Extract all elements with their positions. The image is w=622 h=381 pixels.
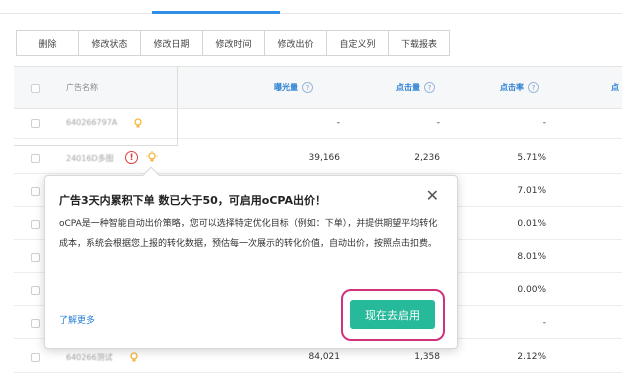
impressions-cell: 39,166: [308, 153, 341, 163]
row-checkbox[interactable]: [31, 220, 40, 229]
row-checkbox[interactable]: [31, 353, 40, 362]
top-tab-bar: [0, 0, 622, 14]
ctr-cell: 8.01%: [517, 252, 546, 262]
popup-title: 广告3天内累积下单 数已大于50，可启用oCPA出价！: [59, 194, 326, 207]
clicks-cell: 2,236: [414, 153, 440, 163]
help-icon[interactable]: ?: [424, 82, 435, 93]
ad-name[interactable]: 640266测试: [66, 352, 113, 363]
column-header-ctr[interactable]: 点击率?: [500, 82, 539, 93]
enable-ocpa-button[interactable]: 现在去启用: [350, 300, 435, 329]
download-report-button[interactable]: 下载报表: [388, 30, 450, 56]
modify-bid-button[interactable]: 修改出价: [264, 30, 326, 56]
popup-description: oCPA是一种智能自动出价策略，您可以选择特定优化目标（例如：下单），并提供期望…: [59, 219, 438, 249]
help-icon[interactable]: ?: [302, 82, 313, 93]
modify-status-button[interactable]: 修改状态: [78, 30, 140, 56]
column-header-clicks[interactable]: 点击量?: [396, 82, 435, 93]
row-checkbox[interactable]: [31, 154, 40, 163]
help-icon[interactable]: ?: [528, 82, 539, 93]
clicks-cell: -: [436, 118, 440, 128]
clicks-cell: 1,358: [414, 352, 440, 362]
row-checkbox[interactable]: [31, 187, 40, 196]
lightbulb-icon[interactable]: [128, 351, 140, 363]
row-checkbox[interactable]: [31, 286, 40, 295]
bulk-action-toolbar: 删除 修改状态 修改日期 修改时间 修改出价 自定义列 下载报表: [16, 30, 450, 56]
lightbulb-icon[interactable]: [146, 151, 158, 163]
ocpa-suggestion-popup: 广告3天内累积下单 数已大于50，可启用oCPA出价！ ✕ oCPA是一种智能自…: [44, 166, 458, 349]
table-row: 24016D多图 ! 39,166 2,236 5.71%: [14, 144, 622, 174]
ctr-cell: 2.12%: [517, 352, 546, 362]
warning-icon[interactable]: !: [125, 151, 138, 164]
ad-name[interactable]: 24016D多图: [66, 153, 114, 164]
ctr-cell: 0.00%: [517, 285, 546, 295]
modify-date-button[interactable]: 修改日期: [140, 30, 202, 56]
ctr-cell: 7.01%: [517, 186, 546, 196]
name-column-frame: [14, 66, 178, 146]
active-tab-indicator: [152, 11, 280, 14]
modify-time-button[interactable]: 修改时间: [202, 30, 264, 56]
ctr-cell: -: [542, 118, 546, 128]
row-checkbox[interactable]: [31, 319, 40, 328]
learn-more-link[interactable]: 了解更多: [59, 313, 95, 326]
ctr-cell: -: [542, 318, 546, 328]
column-header-partial: 点: [611, 83, 619, 92]
delete-button[interactable]: 删除: [16, 30, 78, 56]
impressions-cell: -: [336, 118, 340, 128]
close-icon[interactable]: ✕: [426, 188, 439, 204]
impressions-cell: 84,021: [308, 352, 341, 362]
highlight-ring: 现在去启用: [341, 289, 445, 341]
column-header-impressions[interactable]: 曝光量?: [274, 82, 313, 93]
custom-columns-button[interactable]: 自定义列: [326, 30, 388, 56]
ctr-cell: 0.01%: [517, 219, 546, 229]
ctr-cell: 5.71%: [517, 153, 546, 163]
row-checkbox[interactable]: [31, 253, 40, 262]
